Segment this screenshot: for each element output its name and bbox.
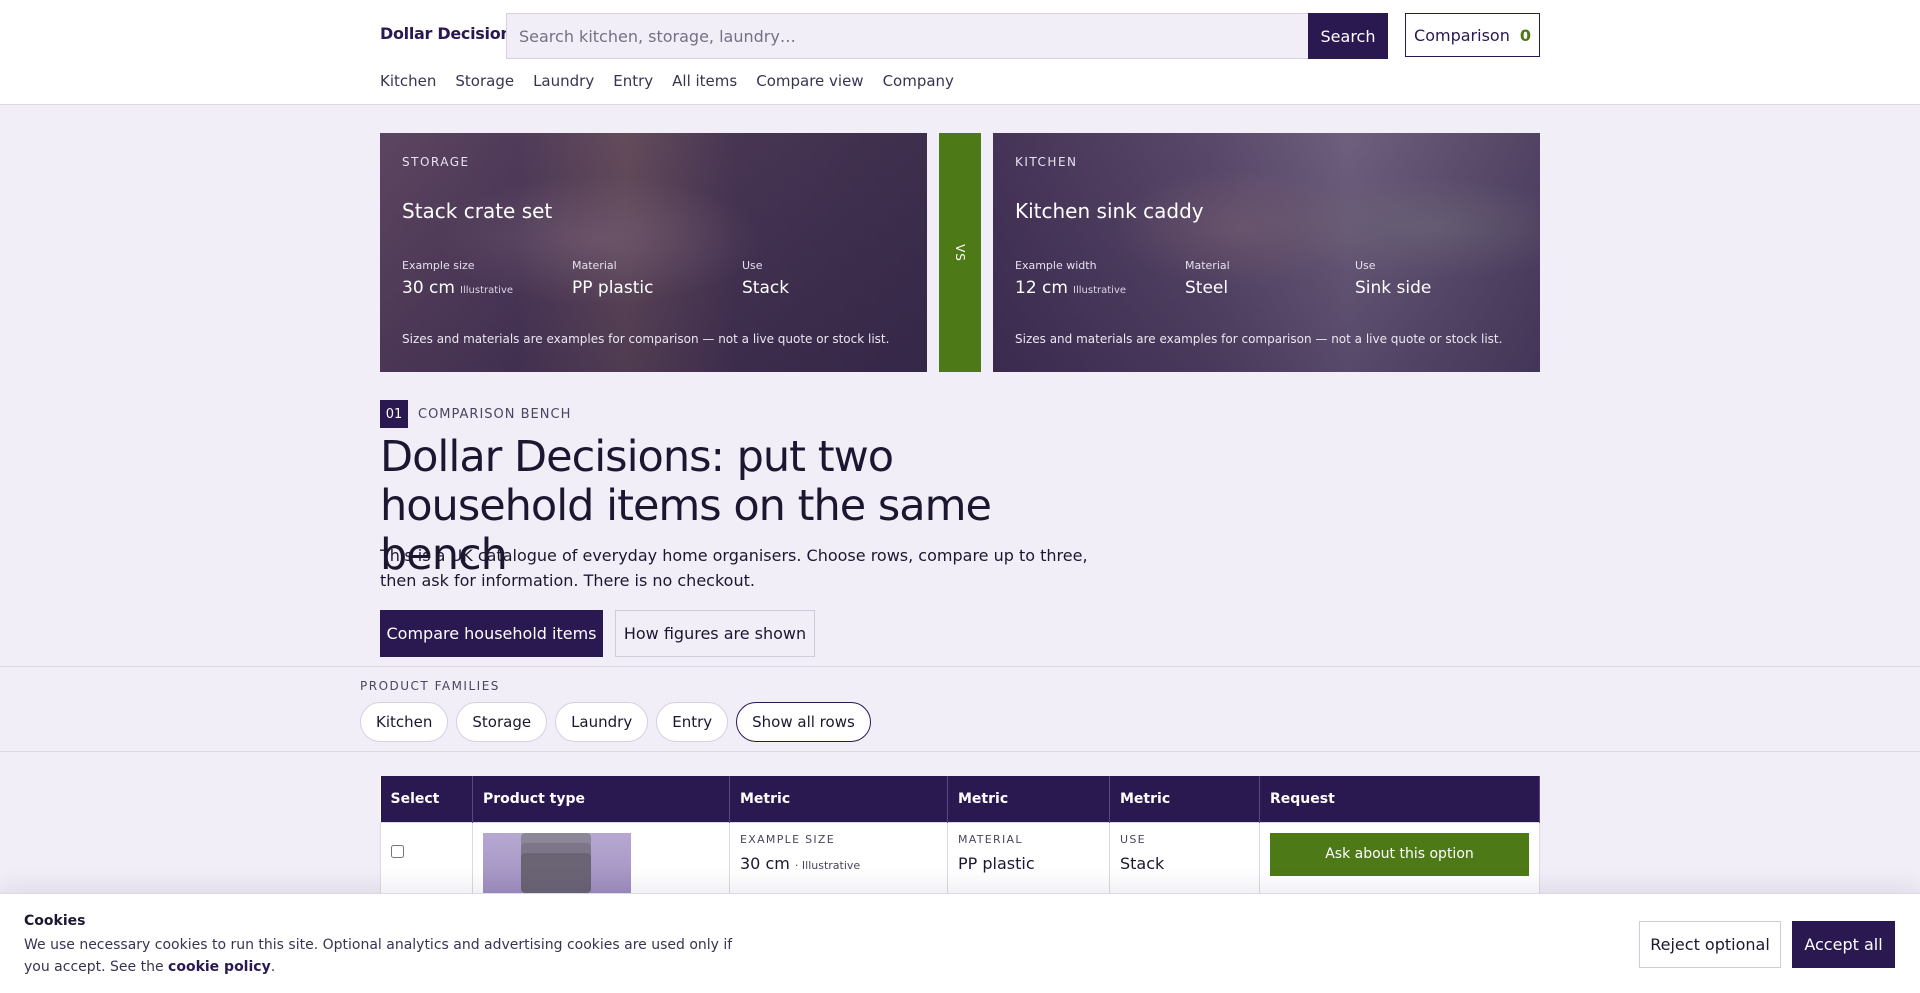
card-disclaimer: Sizes and materials are examples for com… [1015, 332, 1503, 346]
row-select-checkbox[interactable] [391, 844, 404, 858]
spec-width: Example width 12 cm Illustrative [1015, 259, 1127, 298]
hero-card-kitchen: KITCHEN Kitchen sink caddy Example width… [993, 133, 1540, 372]
nav-entry[interactable]: Entry [613, 72, 653, 90]
intro-text: This is a UK catalogue of everyday home … [380, 546, 1088, 590]
card-title: Kitchen sink caddy [1015, 199, 1204, 223]
search-button[interactable]: Search [1308, 13, 1388, 59]
chip-storage[interactable]: Storage [456, 702, 548, 742]
family-chips: Kitchen Storage Laundry Entry Show all r… [360, 702, 871, 742]
comparison-button[interactable]: Comparison 0 [1405, 13, 1540, 57]
vs-divider: VS [939, 133, 981, 372]
card-eyebrow: KITCHEN [1015, 155, 1078, 169]
col-product-type: Product type [472, 776, 730, 822]
nav-compare-view[interactable]: Compare view [756, 72, 863, 90]
col-request: Request [1259, 776, 1540, 822]
vs-label: VS [952, 243, 967, 262]
card-eyebrow: STORAGE [402, 155, 470, 169]
brand-logo[interactable]: Dollar Decisions [380, 24, 521, 43]
section-tag: 01 COMPARISON BENCH [380, 400, 571, 428]
search-input[interactable] [506, 13, 1388, 59]
table-row: EXAMPLE SIZE 30 cm · Illustrative MATERI… [380, 821, 1540, 904]
site-header: Dollar Decisions Search Comparison 0 Kit… [0, 0, 1920, 105]
section-number: 01 [380, 400, 408, 428]
card-title: Stack crate set [402, 199, 553, 223]
comparison-table: Select Product type Metric Metric Metric… [380, 776, 1540, 904]
nav-laundry[interactable]: Laundry [533, 72, 594, 90]
families-label: PRODUCT FAMILIES [360, 679, 500, 693]
compare-household-items-button[interactable]: Compare household items [380, 610, 603, 657]
product-families: PRODUCT FAMILIES Kitchen Storage Laundry… [0, 666, 1920, 752]
comparison-label: Comparison [1414, 25, 1510, 45]
section-label: COMPARISON BENCH [418, 406, 572, 422]
spec-use: Use Sink side [1355, 259, 1432, 298]
table-header-row: Select Product type Metric Metric Metric… [380, 776, 1540, 822]
col-select: Select [380, 776, 473, 822]
spec-material: Material PP plastic [572, 259, 654, 298]
chip-show-all-rows[interactable]: Show all rows [736, 702, 871, 742]
cookie-title: Cookies [24, 913, 86, 929]
chip-kitchen[interactable]: Kitchen [360, 702, 449, 742]
spec-use: Use Stack [742, 259, 790, 298]
chip-entry[interactable]: Entry [656, 702, 729, 742]
cookie-banner: Cookies We use necessary cookies to run … [0, 893, 1920, 993]
cookie-text: We use necessary cookies to run this sit… [24, 937, 733, 975]
product-thumbnail [483, 832, 631, 893]
card-disclaimer: Sizes and materials are examples for com… [402, 332, 890, 346]
cookie-policy-link[interactable]: cookie policy [168, 959, 271, 975]
chip-laundry[interactable]: Laundry [555, 702, 649, 742]
spec-size: Example size 30 cm Illustrative [402, 259, 514, 298]
card-specs: Example size 30 cm Illustrative Material… [402, 259, 912, 298]
reject-optional-button[interactable]: Reject optional [1639, 921, 1781, 968]
comparison-count: 0 [1519, 25, 1531, 45]
col-metric-1: Metric [729, 776, 948, 822]
col-metric-3: Metric [1109, 776, 1260, 822]
card-specs: Example width 12 cm Illustrative Materia… [1015, 259, 1525, 298]
col-metric-2: Metric [947, 776, 1110, 822]
hero-card-storage: STORAGE Stack crate set Example size 30 … [380, 133, 927, 372]
ask-about-option-button[interactable]: Ask about this option [1270, 832, 1529, 876]
how-figures-shown-button[interactable]: How figures are shown [615, 610, 815, 657]
nav-kitchen[interactable]: Kitchen [380, 72, 436, 90]
accept-all-button[interactable]: Accept all [1792, 921, 1895, 968]
nav-company[interactable]: Company [883, 72, 954, 90]
main-nav: Kitchen Storage Laundry Entry All items … [380, 72, 954, 90]
spec-material: Material Steel [1185, 259, 1230, 298]
nav-all-items[interactable]: All items [672, 72, 737, 90]
nav-storage[interactable]: Storage [455, 72, 514, 90]
